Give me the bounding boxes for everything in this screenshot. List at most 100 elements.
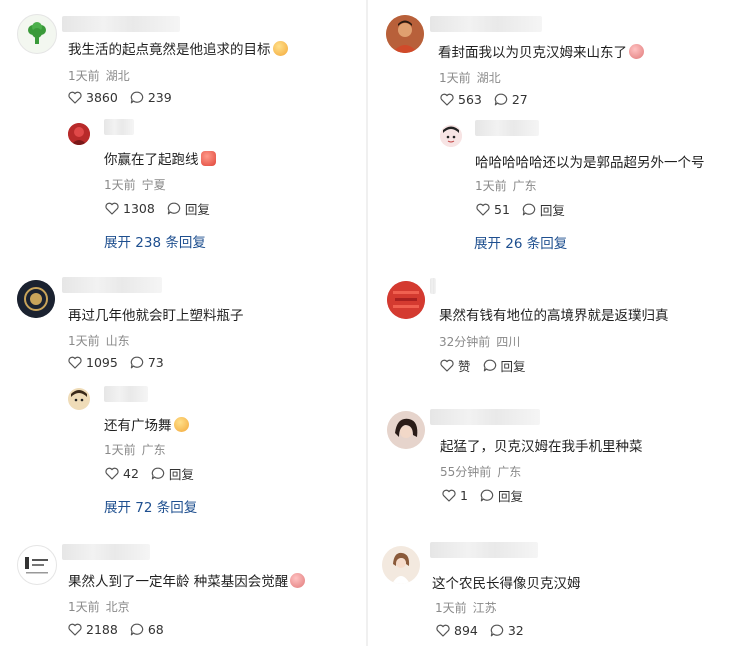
comment-button[interactable]: 27 xyxy=(494,92,528,107)
reply-user-avatar[interactable] xyxy=(68,123,90,145)
avatar-photo-icon xyxy=(382,546,420,584)
comment-actions: 1 回复 xyxy=(442,486,535,505)
heart-outline-icon xyxy=(440,359,454,372)
comment-text: 我生活的起点竟然是他追求的目标 xyxy=(68,38,288,58)
reply-count: 27 xyxy=(511,92,528,107)
user-avatar[interactable] xyxy=(17,545,57,585)
like-count: 1 xyxy=(460,488,468,503)
comment-button[interactable]: 73 xyxy=(130,355,164,370)
comment-meta: 1天前 湖北 xyxy=(439,69,501,86)
reply-username-blurred[interactable] xyxy=(475,120,539,136)
like-count: 1095 xyxy=(86,355,118,370)
red-lantern-icon xyxy=(387,281,425,319)
like-button[interactable]: 42 xyxy=(105,466,139,481)
speech-bubble-icon xyxy=(483,359,496,372)
avatar-photo-icon xyxy=(386,15,424,53)
speech-bubble-icon xyxy=(490,624,504,637)
like-button[interactable]: 赞 xyxy=(440,356,471,375)
user-avatar[interactable] xyxy=(17,14,57,54)
comment-button[interactable]: 239 xyxy=(130,90,172,105)
reply-button[interactable]: 回复 xyxy=(167,199,210,218)
reply-button[interactable]: 回复 xyxy=(522,200,565,219)
like-button[interactable]: 3860 xyxy=(68,90,118,105)
heart-outline-icon xyxy=(68,91,82,104)
heart-outline-icon xyxy=(476,203,490,216)
comment-text: 果然人到了一定年龄 种菜基因会觉醒 xyxy=(68,570,306,590)
right-comment-column: 看封面我以为贝克汉姆来山东了 1天前 湖北 563 27 哈哈哈哈哈还以为是郭品超… xyxy=(368,0,735,646)
expand-replies-link[interactable]: 展开 238 条回复 xyxy=(104,231,206,251)
username-blurred[interactable] xyxy=(62,16,180,32)
avatar-photo-icon xyxy=(68,123,90,145)
reply-meta: 1天前 宁夏 xyxy=(104,176,166,193)
comment-actions: 赞 回复 xyxy=(440,356,538,375)
username-blurred[interactable] xyxy=(430,278,436,294)
comment-time: 1天前 xyxy=(68,334,100,348)
reply-label: 回复 xyxy=(539,203,565,218)
comment-time: 55分钟前 xyxy=(440,465,492,479)
reply-label: 回复 xyxy=(497,489,523,504)
username-blurred[interactable] xyxy=(62,544,150,560)
reply-label: 回复 xyxy=(168,467,194,482)
reply-time: 1天前 xyxy=(475,179,507,193)
heart-outline-icon xyxy=(442,489,456,502)
reply-button[interactable]: 回复 xyxy=(483,356,526,375)
comment-location: 山东 xyxy=(105,334,130,348)
smile-emoji-icon xyxy=(272,41,288,56)
like-button[interactable]: 563 xyxy=(440,92,482,107)
studio-logo-icon xyxy=(25,557,48,574)
reply-button[interactable]: 回复 xyxy=(151,464,194,483)
like-button[interactable]: 1095 xyxy=(68,355,118,370)
user-avatar[interactable] xyxy=(387,281,425,319)
pig-emoji-icon xyxy=(290,573,306,588)
speech-bubble-icon xyxy=(130,356,143,369)
comment-meta: 1天前 山东 xyxy=(68,332,130,349)
reply-user-avatar[interactable] xyxy=(68,388,90,410)
reply-user-avatar[interactable] xyxy=(440,125,462,147)
reply-time: 1天前 xyxy=(104,443,136,457)
comment-actions: 1095 73 xyxy=(68,355,176,370)
like-button[interactable]: 1308 xyxy=(105,201,155,216)
reply-time: 1天前 xyxy=(104,178,136,192)
apple-emoji-icon xyxy=(200,151,216,166)
reply-label: 回复 xyxy=(500,359,526,374)
reply-count: 239 xyxy=(147,90,172,105)
pig-emoji-icon xyxy=(629,44,644,59)
like-count: 563 xyxy=(458,92,482,107)
user-avatar[interactable] xyxy=(17,280,55,318)
comment-actions: 3860 239 xyxy=(68,90,184,105)
speech-bubble-icon xyxy=(130,91,143,104)
comment-time: 32分钟前 xyxy=(439,335,491,349)
username-blurred[interactable] xyxy=(430,409,540,425)
username-blurred[interactable] xyxy=(430,16,542,32)
like-count: 894 xyxy=(454,623,478,638)
reply-actions: 1308 回复 xyxy=(105,199,222,218)
reply-label: 回复 xyxy=(184,202,210,217)
lion-emblem-icon xyxy=(17,280,55,318)
like-label: 赞 xyxy=(458,359,471,374)
comment-text: 这个农民长得像贝克汉姆 xyxy=(432,576,581,592)
comment-button[interactable]: 68 xyxy=(130,622,164,637)
like-button[interactable]: 894 xyxy=(436,623,478,638)
reply-username-blurred[interactable] xyxy=(104,386,148,402)
username-blurred[interactable] xyxy=(430,542,538,558)
like-button[interactable]: 51 xyxy=(476,202,510,217)
like-count: 51 xyxy=(494,202,510,217)
comment-location: 湖北 xyxy=(476,71,501,85)
reply-username-blurred[interactable] xyxy=(104,119,134,135)
reply-location: 宁夏 xyxy=(141,178,166,192)
user-avatar[interactable] xyxy=(387,411,425,449)
username-blurred[interactable] xyxy=(62,277,162,293)
cartoon-face-icon xyxy=(440,125,462,147)
like-button[interactable]: 1 xyxy=(442,488,468,503)
speech-bubble-icon xyxy=(522,203,536,216)
expand-replies-link[interactable]: 展开 26 条回复 xyxy=(474,232,567,252)
reply-text: 你赢在了起跑线 xyxy=(104,148,216,168)
reply-location: 广东 xyxy=(141,443,166,457)
expand-replies-link[interactable]: 展开 72 条回复 xyxy=(104,496,197,516)
like-count: 2188 xyxy=(86,622,118,637)
like-button[interactable]: 2188 xyxy=(68,622,118,637)
user-avatar[interactable] xyxy=(382,546,420,584)
comment-button[interactable]: 32 xyxy=(490,623,524,638)
reply-button[interactable]: 回复 xyxy=(480,486,523,505)
user-avatar[interactable] xyxy=(386,15,424,53)
